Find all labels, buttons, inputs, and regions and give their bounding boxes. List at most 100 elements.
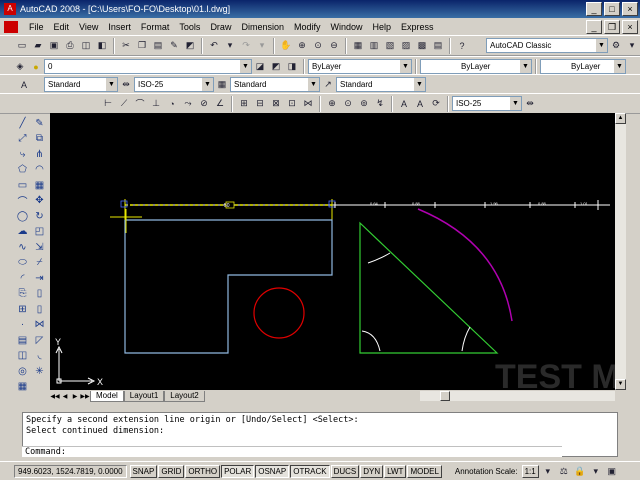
chamfer-icon[interactable]: ◸ — [32, 333, 47, 347]
zoom-realtime-icon[interactable]: ⊕ — [295, 39, 309, 53]
annotation-scale[interactable]: 1:1 — [521, 464, 539, 478]
dyn-toggle[interactable]: DYN — [360, 464, 384, 478]
save-icon[interactable]: ▣ — [47, 39, 61, 53]
sheet-set-icon[interactable]: ▨ — [399, 39, 413, 53]
otrack-toggle[interactable]: OTRACK — [290, 464, 330, 478]
quick-dim-icon[interactable]: ⊞ — [237, 97, 251, 111]
dim-style-icon[interactable]: ⇹ — [119, 78, 133, 92]
tab-first-icon[interactable]: ◀◀ — [50, 393, 60, 400]
make-block-icon[interactable]: ⊞ — [15, 302, 30, 316]
l-shape-outline[interactable] — [124, 219, 333, 354]
extend-icon[interactable]: ⇥ — [32, 271, 47, 285]
break-at-point-icon[interactable]: ▯ — [32, 287, 47, 301]
dim-text-edit-icon[interactable]: A — [413, 97, 427, 111]
green-triangle[interactable] — [359, 221, 499, 354]
rectangle-icon[interactable]: ▭ — [15, 178, 30, 192]
space-icon[interactable]: ⊡ — [285, 97, 299, 111]
menu-insert[interactable]: Insert — [103, 22, 136, 32]
help-icon[interactable]: ? — [455, 39, 469, 53]
copy-object-icon[interactable]: ⧉ — [32, 132, 47, 146]
workspace-settings-icon[interactable]: ⚙ — [609, 39, 623, 53]
angular-dimension[interactable] — [367, 252, 391, 264]
arc-icon[interactable]: ⌒ — [15, 194, 30, 208]
hatch-icon[interactable]: ▤ — [15, 333, 30, 347]
make-current-layer-icon[interactable]: ◪ — [253, 60, 267, 74]
open-icon[interactable]: ▰ — [31, 39, 45, 53]
region-icon[interactable]: ◎ — [15, 364, 30, 378]
doc-restore-icon[interactable]: ❐ — [604, 20, 620, 34]
grip-point[interactable] — [120, 200, 128, 208]
model-toggle[interactable]: MODEL — [407, 464, 442, 478]
autocad-icon[interactable]: A — [4, 3, 16, 15]
text-style-select[interactable]: Standard ▼ — [44, 77, 118, 92]
linetype-select[interactable]: ByLayer ▼ — [420, 59, 532, 74]
doc-minimize-icon[interactable]: _ — [586, 20, 602, 34]
dim-style-select[interactable]: ISO-25 ▼ — [134, 77, 214, 92]
ducs-toggle[interactable]: DUCS — [330, 464, 360, 478]
scale-icon[interactable]: ◰ — [32, 225, 47, 239]
undo-icon[interactable]: ↶ — [207, 39, 221, 53]
menu-modify[interactable]: Modify — [289, 22, 326, 32]
tool-palettes-icon[interactable]: ▧ — [383, 39, 397, 53]
menu-view[interactable]: View — [74, 22, 103, 32]
new-icon[interactable]: ▭ — [15, 39, 29, 53]
ellipse-arc-icon[interactable]: ◜ — [15, 271, 30, 285]
spline-icon[interactable]: ∿ — [15, 240, 30, 254]
tab-layout2[interactable]: Layout2 — [164, 390, 205, 402]
baseline-icon[interactable]: ⊟ — [253, 97, 267, 111]
preview-icon[interactable]: ◫ — [79, 39, 93, 53]
pan-icon[interactable]: ✋ — [279, 39, 293, 53]
angular-dimension[interactable] — [461, 326, 471, 352]
tab-layout1[interactable]: Layout1 — [123, 390, 165, 402]
jogged-linear-icon[interactable]: ↯ — [373, 97, 387, 111]
maximize-icon[interactable]: □ — [604, 2, 620, 16]
ellipse-icon[interactable]: ⬭ — [15, 256, 30, 270]
status-menu-icon[interactable]: ▾ — [589, 464, 603, 478]
lock-icon[interactable]: 🔒 — [573, 464, 587, 478]
doc-close-icon[interactable]: × — [622, 20, 638, 34]
lwt-toggle[interactable]: LWT — [384, 464, 407, 478]
copy-icon[interactable]: ❐ — [135, 39, 149, 53]
trim-icon[interactable]: ⌿ — [32, 256, 47, 270]
polar-toggle[interactable]: POLAR — [221, 464, 255, 478]
move-icon[interactable]: ✥ — [32, 194, 47, 208]
menu-draw[interactable]: Draw — [205, 22, 236, 32]
menu-tools[interactable]: Tools — [174, 22, 205, 32]
plot-icon[interactable]: ⎙ — [63, 39, 77, 53]
properties-icon[interactable]: ▦ — [351, 39, 365, 53]
center-mark-icon[interactable]: ⊙ — [341, 97, 355, 111]
annotation-visibility-icon[interactable]: ▾ — [541, 464, 555, 478]
inspection-icon[interactable]: ⊚ — [357, 97, 371, 111]
gradient-icon[interactable]: ◫ — [15, 349, 30, 363]
angular-dimension[interactable] — [361, 330, 381, 352]
markup-icon[interactable]: ▩ — [415, 39, 429, 53]
erase-icon[interactable]: ✎ — [32, 116, 47, 130]
menu-express[interactable]: Express — [396, 22, 439, 32]
radius-icon[interactable]: ◔ — [165, 97, 179, 111]
layer-previous-icon[interactable]: ◩ — [269, 60, 283, 74]
purple-arc[interactable] — [417, 208, 513, 322]
red-circle[interactable] — [253, 287, 305, 339]
dim-style-manager-icon[interactable]: ⇹ — [523, 97, 537, 111]
coordinates-readout[interactable]: 949.6023, 1524.7819, 0.0000 — [14, 464, 127, 478]
dim-update-icon[interactable]: ⟳ — [429, 97, 443, 111]
workspace-lock-icon[interactable]: ▾ — [625, 39, 639, 53]
zoom-previous-icon[interactable]: ⊖ — [327, 39, 341, 53]
drawing-svg[interactable]: 50 0.64 0.88 1.96 0.88 1.01 Y X TEST M — [50, 113, 640, 396]
minimize-icon[interactable]: _ — [586, 2, 602, 16]
menu-file[interactable]: File — [24, 22, 49, 32]
construction-line-icon[interactable]: ⤢ — [15, 132, 30, 146]
polyline-icon[interactable]: ⤷ — [15, 147, 30, 161]
redo-icon[interactable]: ↷ — [239, 39, 253, 53]
document-icon[interactable] — [4, 20, 18, 33]
annotation-auto-scale-icon[interactable]: ⚖ — [557, 464, 571, 478]
grid-toggle[interactable]: GRID — [158, 464, 185, 478]
arc-length-icon[interactable]: ⌒ — [133, 97, 147, 111]
menu-help[interactable]: Help — [368, 22, 397, 32]
polygon-icon[interactable]: ⬠ — [15, 163, 30, 177]
dim-edit-icon[interactable]: A — [397, 97, 411, 111]
tolerance-icon[interactable]: ⊕ — [325, 97, 339, 111]
stretch-icon[interactable]: ⇲ — [32, 240, 47, 254]
ordinate-icon[interactable]: ⊥ — [149, 97, 163, 111]
ortho-toggle[interactable]: ORTHO — [185, 464, 221, 478]
